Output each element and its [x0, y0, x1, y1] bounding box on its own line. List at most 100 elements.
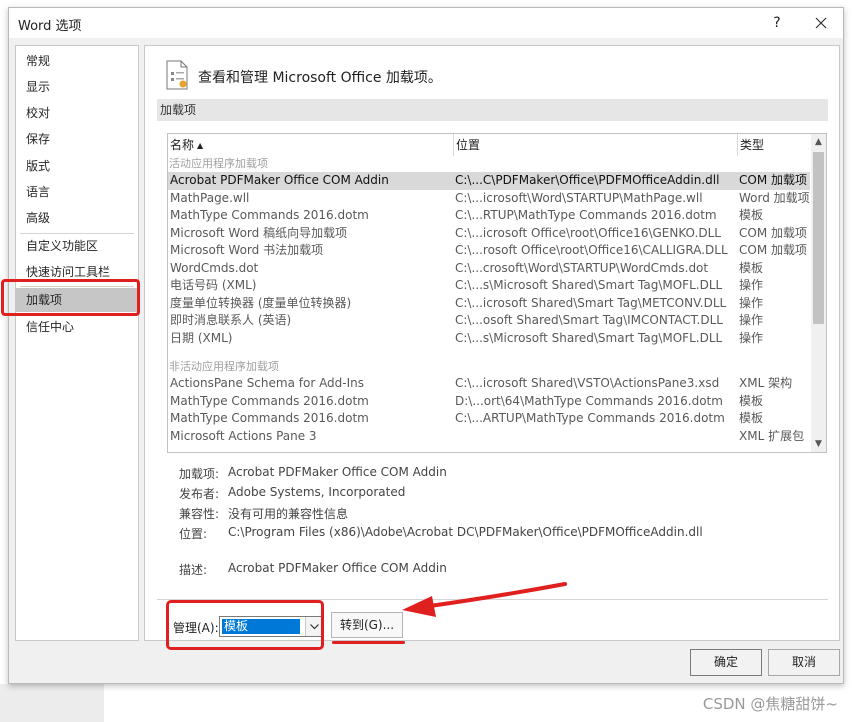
- addin-name: Acrobat PDFMaker Office COM Addin: [170, 173, 389, 187]
- addin-location: C:\...RTUP\MathType Commands 2016.dotm: [455, 208, 717, 222]
- addin-type: Word 加载项: [739, 190, 810, 205]
- addin-location: C:\...icrosoft Shared\Smart Tag\METCONV.…: [455, 295, 727, 310]
- cancel-button[interactable]: 取消: [768, 649, 840, 676]
- addins-icon: [166, 60, 188, 90]
- addin-type: XML 扩展包: [739, 428, 805, 443]
- addin-name: ActionsPane Schema for Add-Ins: [170, 376, 365, 390]
- detail-label-description: 描述:: [179, 563, 208, 577]
- addin-location: C:\...icrosoft Office\root\Office16\GENK…: [455, 225, 721, 240]
- help-button[interactable]: ?: [765, 12, 789, 34]
- page-header: 查看和管理 Microsoft Office 加载项。: [198, 70, 442, 86]
- table-row[interactable]: 度量单位转换器 (度量单位转换器) C:\...icrosoft Shared\S…: [168, 295, 810, 313]
- addins-list: 名称 ▲ 位置 类型 活动应用程序加载项 Acrobat PDFMaker Off…: [167, 133, 827, 453]
- section-title: 加载项: [157, 99, 828, 121]
- addin-name: MathPage.wll: [170, 190, 250, 205]
- table-row[interactable]: Acrobat PDFMaker Office COM Addin C:\...C…: [168, 172, 810, 190]
- addin-type: 模板: [739, 260, 764, 275]
- sort-ascending-icon: ▲: [197, 141, 204, 150]
- table-row[interactable]: ActionsPane Schema for Add-Ins C:\...icro…: [168, 375, 810, 393]
- addin-type: COM 加载项: [739, 243, 807, 257]
- detail-value-compatibility: 没有可用的兼容性信息: [228, 507, 349, 521]
- addin-name: 即时消息联系人 (英语): [170, 313, 292, 327]
- addin-name: 日期 (XML): [170, 330, 233, 345]
- detail-value-description: Acrobat PDFMaker Office COM Addin: [228, 561, 447, 575]
- addin-name: MathType Commands 2016.dotm: [170, 393, 369, 408]
- table-row[interactable]: WordCmds.dot C:\...crosoft\Word\STARTUP\W…: [168, 260, 810, 278]
- annotation-highlight-box: [166, 600, 324, 650]
- sidebar-item-proofing[interactable]: 校对: [16, 101, 138, 125]
- watermark: CSDN @焦糖甜饼~: [702, 695, 838, 713]
- addin-name: MathType Commands 2016.dotm: [170, 208, 369, 222]
- sidebar-item-layout[interactable]: 版式: [16, 154, 138, 178]
- sidebar-item-trust-center[interactable]: 信任中心: [16, 315, 138, 339]
- addin-name: 电话号码 (XML): [170, 278, 257, 292]
- detail-label-publisher: 发布者:: [179, 487, 220, 501]
- addin-name: Microsoft Word 稿纸向导加载项: [170, 225, 348, 240]
- close-button[interactable]: [805, 10, 837, 36]
- addin-type: 操作: [739, 330, 764, 345]
- sidebar-item-advanced[interactable]: 高级: [16, 206, 138, 230]
- scroll-up-icon[interactable]: ▲: [811, 134, 826, 150]
- table-row[interactable]: MathPage.wll C:\...icrosoft\Word\STARTUP\…: [168, 190, 810, 208]
- word-options-dialog: Word 选项 ? 常规 显示 校对 保存 版式 语言 高级 自定义功能区 快速…: [8, 7, 844, 684]
- addin-type: 模板: [739, 411, 764, 425]
- sidebar-item-display[interactable]: 显示: [16, 75, 138, 99]
- addin-name: Microsoft Actions Pane 3: [170, 428, 317, 443]
- column-header-name-label: 名称: [170, 138, 195, 152]
- goto-button[interactable]: 转到(G)...: [331, 612, 403, 638]
- addin-name: Microsoft Word 书法加载项: [170, 243, 324, 257]
- column-header-name[interactable]: 名称 ▲: [168, 134, 453, 156]
- table-row[interactable]: MathType Commands 2016.dotm D:\...ort\64\…: [168, 393, 810, 411]
- table-row[interactable]: 电话号码 (XML) C:\...s\Microsoft Shared\Smart…: [168, 277, 810, 295]
- table-row[interactable]: MathType Commands 2016.dotm C:\...RTUP\Ma…: [168, 207, 810, 225]
- detail-label-location: 位置:: [179, 527, 208, 541]
- ok-button[interactable]: 确定: [690, 649, 762, 676]
- addin-name: WordCmds.dot: [170, 260, 259, 275]
- addin-location: C:\...ARTUP\MathType Commands 2016.dotm: [455, 411, 725, 425]
- addin-type: COM 加载项: [739, 173, 807, 187]
- addin-location: C:\...icrosoft Shared\VSTO\ActionsPane3.…: [455, 376, 720, 390]
- detail-value-publisher: Adobe Systems, Incorporated: [228, 485, 406, 499]
- annotation-highlight-box: [1, 279, 140, 316]
- detail-label-compatibility: 兼容性:: [179, 507, 220, 521]
- addin-type: 模板: [739, 393, 764, 408]
- addin-location: C:\...C\PDFMaker\Office\PDFMOfficeAddin.…: [455, 173, 720, 187]
- table-row[interactable]: MathType Commands 2016.dotm C:\...ARTUP\M…: [168, 410, 810, 428]
- scroll-down-icon[interactable]: ▼: [811, 436, 826, 452]
- background-window: [0, 684, 104, 722]
- addins-panel: 查看和管理 Microsoft Office 加载项。 加载项 名称 ▲ 位置 类…: [144, 45, 840, 650]
- title-bar: Word 选项 ?: [9, 8, 843, 38]
- column-header-location[interactable]: 位置: [453, 134, 737, 156]
- addin-type: XML 架构: [739, 376, 793, 390]
- detail-value-location: C:\Program Files (x86)\Adobe\Acrobat DC\…: [228, 525, 703, 539]
- addin-location: C:\...crosoft\Word\STARTUP\WordCmds.dot: [455, 260, 709, 275]
- sidebar-item-language[interactable]: 语言: [16, 180, 138, 204]
- addin-location: C:\...osoft Shared\Smart Tag\IMCONTACT.D…: [455, 313, 723, 327]
- table-row[interactable]: Microsoft Word 稿纸向导加载项 C:\...icrosoft Off…: [168, 225, 810, 243]
- column-header-type[interactable]: 类型: [737, 134, 810, 156]
- annotation-underline: [332, 641, 405, 644]
- detail-value-addin: Acrobat PDFMaker Office COM Addin: [228, 465, 447, 479]
- addin-type: 操作: [739, 295, 764, 310]
- close-icon: [815, 17, 827, 29]
- addin-type: 模板: [739, 208, 764, 222]
- sidebar-item-customize-ribbon[interactable]: 自定义功能区: [16, 234, 138, 258]
- group-label-active: 活动应用程序加载项: [169, 157, 268, 170]
- sidebar-item-save[interactable]: 保存: [16, 127, 138, 151]
- vertical-scrollbar[interactable]: ▲ ▼: [811, 134, 826, 452]
- addin-type: 操作: [739, 278, 764, 292]
- table-row[interactable]: Microsoft Word 书法加载项 C:\...rosoft Office\…: [168, 242, 810, 260]
- addin-location: C:\...rosoft Office\root\Office16\CALLIG…: [455, 243, 728, 257]
- table-row[interactable]: Microsoft Actions Pane 3 XML 扩展包: [168, 428, 810, 446]
- window-title: Word 选项: [18, 19, 82, 34]
- addin-type: 操作: [739, 313, 764, 327]
- sidebar-item-general[interactable]: 常规: [16, 49, 138, 73]
- table-row[interactable]: 日期 (XML) C:\...s\Microsoft Shared\Smart T…: [168, 330, 810, 348]
- addin-location: D:\...ort\64\MathType Commands 2016.dotm: [455, 393, 723, 408]
- addin-location: C:\...s\Microsoft Shared\Smart Tag\MOFL.…: [455, 330, 723, 345]
- addin-location: C:\...icrosoft\Word\STARTUP\MathPage.wll: [455, 190, 703, 205]
- addin-name: MathType Commands 2016.dotm: [170, 411, 369, 425]
- table-row[interactable]: 即时消息联系人 (英语) C:\...osoft Shared\Smart Tag…: [168, 312, 810, 330]
- scroll-thumb[interactable]: [813, 152, 824, 324]
- sidebar: 常规 显示 校对 保存 版式 语言 高级 自定义功能区 快速访问工具栏 加载项 …: [15, 45, 139, 641]
